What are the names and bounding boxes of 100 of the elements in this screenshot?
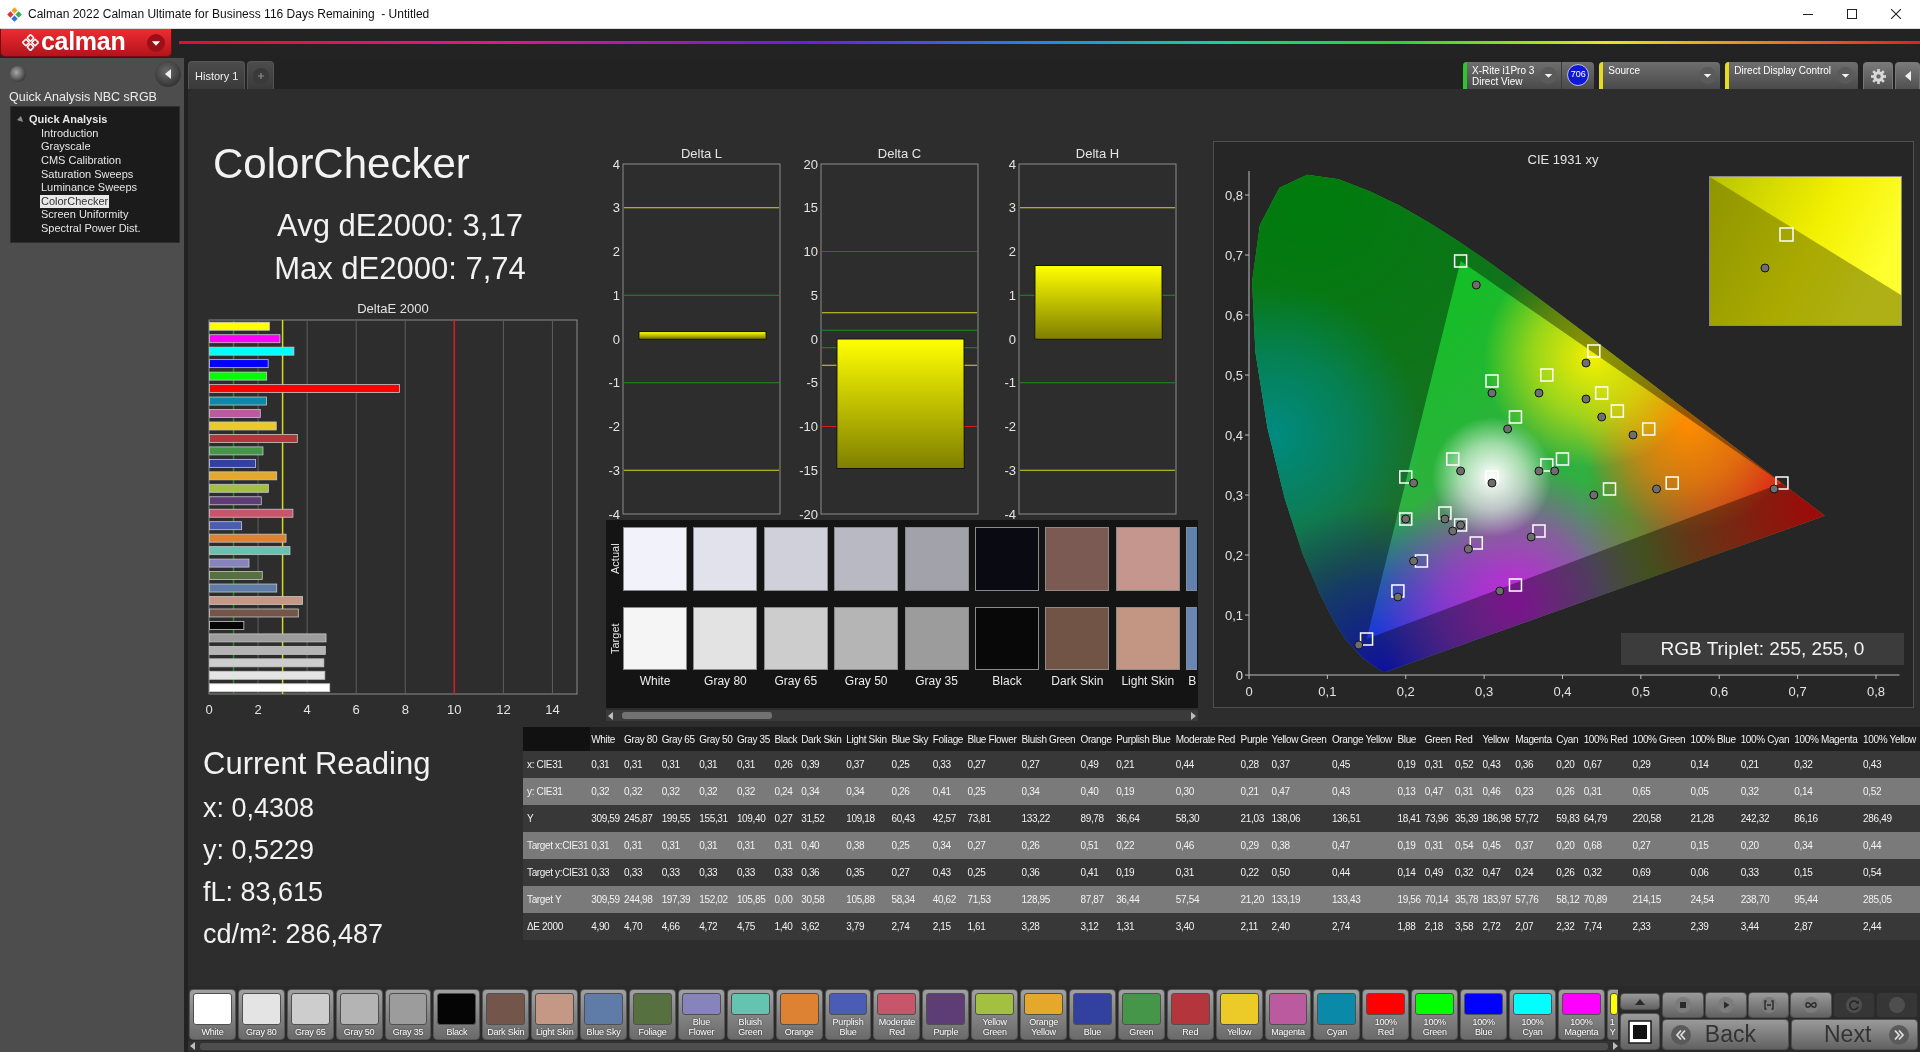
patch-button[interactable]: Blue Flower (677, 989, 725, 1040)
patch-button[interactable]: Gray 35 (384, 989, 432, 1040)
tree-item[interactable]: Saturation Sweeps (40, 167, 135, 181)
patch-button[interactable]: Light Skin (531, 989, 579, 1040)
table-cell: 0,34 (799, 778, 845, 805)
tree-item[interactable]: Introduction (40, 126, 100, 140)
table-cell: 0,49 (1078, 751, 1115, 778)
patch-button[interactable]: 100% Green (1411, 989, 1459, 1040)
measured-marker (1589, 490, 1599, 500)
table-cell: 0,34 (1020, 778, 1079, 805)
horizontal-scrollbar[interactable] (606, 710, 1198, 721)
patch-button[interactable]: 1 Y (1606, 989, 1618, 1040)
horizontal-scrollbar[interactable] (188, 1041, 1620, 1051)
table-cell: 0,41 (931, 778, 966, 805)
patch-button[interactable]: Foliage (629, 989, 676, 1040)
patch-button[interactable]: 100% Red (1362, 989, 1410, 1040)
patch-button[interactable]: Magenta (1264, 989, 1312, 1040)
back-button[interactable]: Back (1662, 1019, 1789, 1050)
patch-button[interactable]: Purplish Blue (824, 989, 872, 1040)
transport-button[interactable] (1790, 992, 1833, 1018)
patch-button[interactable]: 100% Cyan (1509, 989, 1556, 1040)
settings-button[interactable] (1863, 62, 1893, 89)
patch-button[interactable]: Black (433, 989, 481, 1040)
measured-marker (1440, 514, 1450, 524)
patch-button[interactable]: Green (1117, 989, 1165, 1040)
patch-button[interactable]: White (189, 989, 236, 1040)
collapse-button[interactable] (155, 60, 181, 87)
table-cell: 0,27 (965, 751, 1020, 778)
delta-e-bar (209, 371, 268, 381)
measured-marker (1456, 466, 1466, 476)
scroll-up-button[interactable] (1620, 993, 1660, 1010)
patch-button[interactable]: Yellow (1215, 989, 1263, 1040)
table-cell: 0,47 (1480, 859, 1514, 886)
table-cell: 0,28 (1239, 751, 1271, 778)
expand-arrow-icon[interactable] (16, 115, 26, 125)
patch-button[interactable]: 100% Magenta (1557, 989, 1605, 1040)
patch-button[interactable]: Red (1166, 989, 1214, 1040)
table-cell: 133,22 (1020, 805, 1079, 832)
round-button[interactable] (10, 65, 26, 82)
table-cell: 0,31 (773, 832, 800, 859)
device-dropdown[interactable]: Source (1599, 62, 1721, 89)
patch-button[interactable]: Dark Skin (482, 989, 530, 1040)
table-cell: 57,54 (1174, 886, 1240, 913)
scroll-left-icon[interactable] (190, 1042, 196, 1050)
tree-item[interactable]: Grayscale (40, 140, 92, 154)
add-tab-button[interactable] (247, 61, 275, 89)
delta-e-bar (209, 458, 256, 468)
transport-button[interactable] (1747, 992, 1790, 1018)
measured-marker (1487, 478, 1497, 488)
device-dropdown[interactable]: X-Rite i1Pro 3 Direct View 706 (1463, 62, 1595, 89)
device-dropdown[interactable]: Direct Display Control (1725, 62, 1858, 89)
column-header: Dark Skin (799, 727, 845, 751)
maximize-icon (1847, 9, 1857, 19)
transport-button[interactable] (1704, 992, 1747, 1018)
transport-button[interactable] (1662, 992, 1704, 1018)
app-menu-button[interactable]: calman (0, 29, 172, 57)
patch-button[interactable]: Blue (1069, 989, 1116, 1040)
patch-button[interactable]: Orange Yellow (1020, 989, 1068, 1040)
measured-marker (1448, 526, 1458, 536)
table-cell: 0,54 (1453, 832, 1481, 859)
column-header: Gray 65 (660, 727, 698, 751)
table-cell: 0,65 (1631, 778, 1689, 805)
table-cell: 0,32 (1792, 751, 1862, 778)
scroll-right-icon[interactable] (1612, 1042, 1618, 1050)
stop-button[interactable] (1620, 1013, 1660, 1050)
axis-tick-label: 0 (612, 331, 620, 347)
patch-label: Gray 50 (843, 673, 889, 689)
patch-button[interactable]: Gray 80 (237, 989, 285, 1040)
next-button[interactable]: Next (1791, 1019, 1918, 1050)
patch-button[interactable]: Gray 50 (335, 989, 383, 1040)
table-cell: 0,40 (1078, 778, 1115, 805)
table-cell: 0,31 (697, 832, 736, 859)
tab[interactable]: History 1 (188, 61, 246, 89)
scroll-right-icon[interactable] (1190, 711, 1196, 720)
tree-item[interactable]: CMS Calibration (40, 154, 123, 168)
tree-item[interactable]: Spectral Power Dist. (40, 222, 142, 236)
patch-button[interactable]: Orange (775, 989, 823, 1040)
tree-item[interactable]: Quick Analysis (28, 113, 109, 127)
column-header: Foliage (931, 727, 966, 751)
patch-button[interactable]: Moderate Red (873, 989, 921, 1040)
measured-marker (1487, 388, 1497, 398)
table-cell: 0,26 (773, 751, 800, 778)
patch-button[interactable]: Cyan (1313, 989, 1361, 1040)
scroll-left-icon[interactable] (608, 711, 614, 720)
tree-item[interactable]: Luminance Sweeps (40, 181, 138, 195)
patch-button[interactable]: Gray 65 (286, 989, 334, 1040)
tree-item[interactable]: ColorChecker (40, 194, 110, 208)
table-cell: 0,22 (1114, 832, 1175, 859)
patch-button[interactable]: Yellow Green (971, 989, 1019, 1040)
patch-button[interactable]: Blue Sky (580, 989, 627, 1040)
table-cell: 2,74 (889, 913, 932, 940)
patch-button[interactable]: Bluish Green (726, 989, 774, 1040)
tree-item[interactable]: Screen Uniformity (40, 208, 130, 222)
patch-button[interactable]: Purple (922, 989, 970, 1040)
column-header: Magenta (1513, 727, 1555, 751)
collapse-button[interactable] (1895, 62, 1920, 89)
axis-tick-label: 8 (401, 702, 409, 717)
table-cell: 95,44 (1792, 886, 1862, 913)
patch-button[interactable]: 100% Blue (1460, 989, 1508, 1040)
table-cell: 155,31 (697, 805, 736, 832)
